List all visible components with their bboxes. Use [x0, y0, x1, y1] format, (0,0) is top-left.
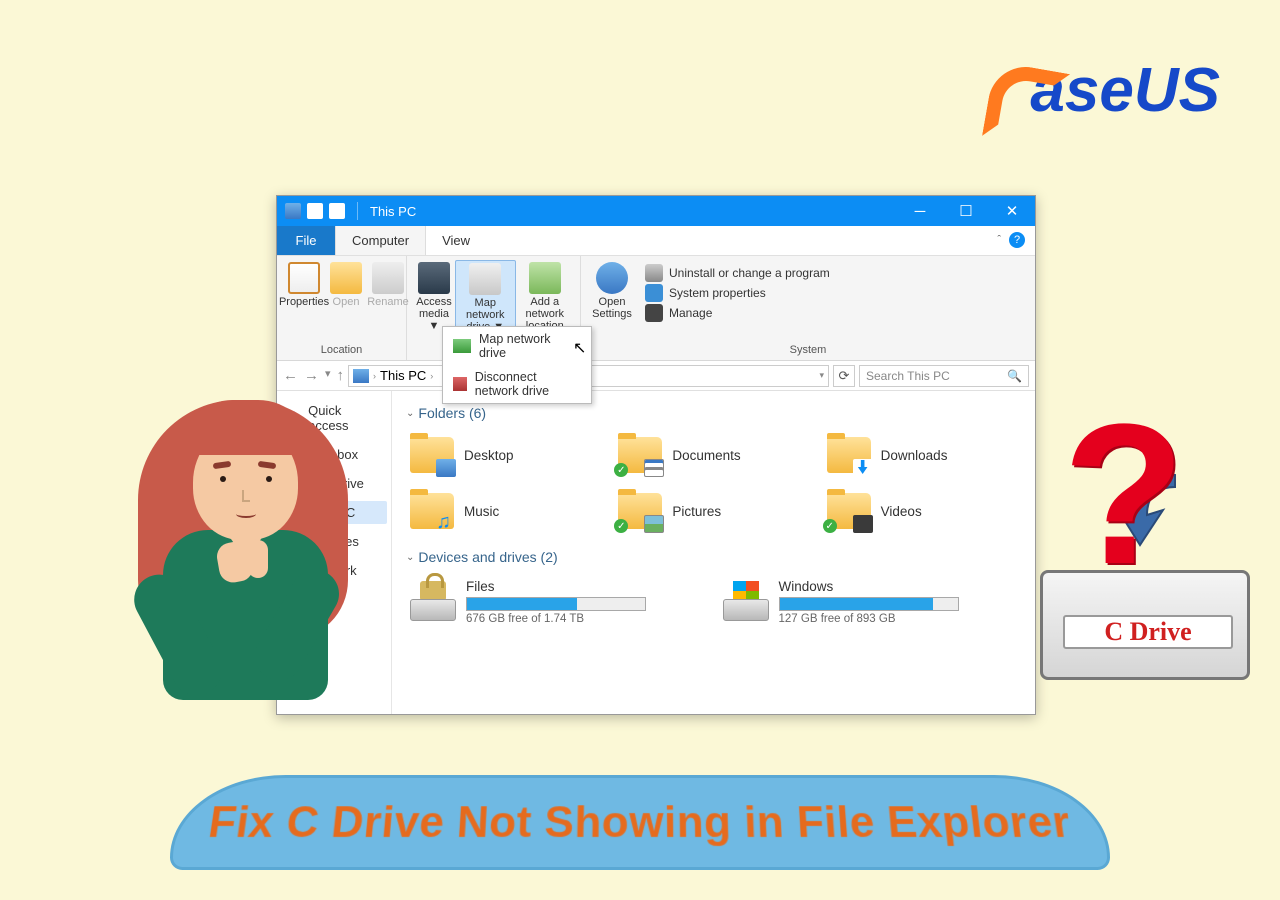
- chevron-down-icon: ⌄: [406, 408, 414, 419]
- ribbon-group-label: Location: [277, 342, 406, 360]
- drive-icon: [723, 579, 769, 621]
- window-icon[interactable]: [285, 203, 301, 219]
- drives-header[interactable]: ⌄Devices and drives (2): [406, 549, 1021, 565]
- open-icon: [330, 262, 362, 294]
- titlebar: This PC ─ ☐ ✕: [277, 196, 1035, 226]
- refresh-button[interactable]: ⟳: [833, 365, 855, 387]
- lock-icon: [420, 581, 446, 601]
- usage-bar: [466, 597, 646, 611]
- properties-icon: [288, 262, 320, 294]
- manage-button[interactable]: Manage: [645, 304, 830, 322]
- content-pane: ⌄Folders (6) Desktop ✓Documents Download…: [392, 391, 1035, 714]
- sync-check-icon: ✓: [614, 463, 628, 477]
- qat: [277, 203, 353, 219]
- disconnect-drive-icon: [453, 377, 467, 391]
- qat-item[interactable]: [329, 203, 345, 219]
- folder-desktop[interactable]: Desktop: [406, 431, 604, 479]
- windows-logo-icon: [733, 581, 759, 601]
- chevron-right-icon: ›: [373, 371, 376, 381]
- sys-props-icon: [645, 284, 663, 302]
- rename-button[interactable]: Rename: [367, 260, 409, 342]
- easeus-logo: aseUS: [988, 55, 1220, 126]
- breadcrumb-text: This PC: [380, 368, 426, 383]
- drive-files[interactable]: Files 676 GB free of 1.74 TB: [406, 575, 709, 629]
- system-properties-button[interactable]: System properties: [645, 284, 830, 302]
- c-drive-label: C Drive: [1063, 615, 1233, 649]
- search-placeholder: Search This PC: [866, 369, 950, 383]
- desktop-icon: [436, 459, 456, 477]
- map-drive-dropdown: Map network drive Disconnect network dri…: [442, 326, 592, 404]
- chevron-down-icon[interactable]: ▾: [819, 370, 824, 381]
- drive-icon: [410, 579, 456, 621]
- logo-swoosh-icon: [988, 67, 1036, 122]
- dropdown-map-drive[interactable]: Map network drive: [443, 327, 591, 365]
- uninstall-icon: [645, 264, 663, 282]
- folders-header[interactable]: ⌄Folders (6): [406, 405, 1021, 421]
- usage-fill: [780, 598, 933, 610]
- search-input[interactable]: Search This PC 🔍: [859, 365, 1029, 387]
- menu-tabs: File Computer View ˆ ?: [277, 226, 1035, 256]
- tab-view[interactable]: View: [426, 226, 487, 255]
- tab-file[interactable]: File: [277, 226, 335, 255]
- usage-fill: [467, 598, 577, 610]
- cursor-icon: ↖: [573, 338, 586, 358]
- tab-computer[interactable]: Computer: [335, 226, 426, 255]
- music-icon: [436, 515, 456, 533]
- file-explorer-window: This PC ─ ☐ ✕ File Computer View ˆ ? Pro…: [276, 195, 1036, 715]
- download-icon: [853, 459, 873, 477]
- open-settings-button[interactable]: Open Settings: [587, 260, 637, 342]
- close-button[interactable]: ✕: [989, 196, 1035, 226]
- map-drive-icon: [469, 263, 501, 295]
- title-banner: Fix C Drive Not Showing in File Explorer: [170, 775, 1110, 870]
- connect-drive-icon: [453, 339, 471, 353]
- usage-bar: [779, 597, 959, 611]
- folder-downloads[interactable]: Downloads: [823, 431, 1021, 479]
- search-icon: 🔍: [1007, 369, 1022, 383]
- minimize-button[interactable]: ─: [897, 196, 943, 226]
- folder-music[interactable]: Music: [406, 487, 604, 535]
- folder-documents[interactable]: ✓Documents: [614, 431, 812, 479]
- properties-button[interactable]: Properties: [283, 260, 325, 342]
- sync-check-icon: ✓: [614, 519, 628, 533]
- question-mark-icon: ?: [1063, 380, 1185, 610]
- document-icon: [644, 459, 664, 477]
- open-button[interactable]: Open: [325, 260, 367, 342]
- qat-item[interactable]: [307, 203, 323, 219]
- help-icon[interactable]: ?: [1009, 232, 1025, 248]
- banner-text: Fix C Drive Not Showing in File Explorer: [206, 798, 1075, 848]
- manage-icon: [645, 304, 663, 322]
- dropdown-disconnect-drive[interactable]: Disconnect network drive: [443, 365, 591, 403]
- settings-icon: [596, 262, 628, 294]
- collapse-ribbon-icon[interactable]: ˆ: [997, 234, 1001, 246]
- picture-icon: [644, 515, 664, 533]
- add-location-icon: [529, 262, 561, 294]
- folder-pictures[interactable]: ✓Pictures: [614, 487, 812, 535]
- address-bar: ← → ▾ ↑ › This PC › ▾ ⟳ Search This PC 🔍: [277, 361, 1035, 391]
- rename-icon: [372, 262, 404, 294]
- media-icon: [418, 262, 450, 294]
- uninstall-program-button[interactable]: Uninstall or change a program: [645, 264, 830, 282]
- drive-windows[interactable]: Windows 127 GB free of 893 GB: [719, 575, 1022, 629]
- video-icon: [853, 515, 873, 533]
- ribbon: Properties Open Rename Location Access m…: [277, 256, 1035, 361]
- folder-videos[interactable]: ✓Videos: [823, 487, 1021, 535]
- sync-check-icon: ✓: [823, 519, 837, 533]
- separator: [357, 202, 358, 220]
- ribbon-group-label: System: [581, 342, 1035, 360]
- chevron-right-icon: ›: [430, 371, 433, 381]
- maximize-button[interactable]: ☐: [943, 196, 989, 226]
- window-title: This PC: [362, 204, 897, 219]
- thinking-person-illustration: [118, 370, 368, 710]
- chevron-down-icon: ⌄: [406, 552, 414, 563]
